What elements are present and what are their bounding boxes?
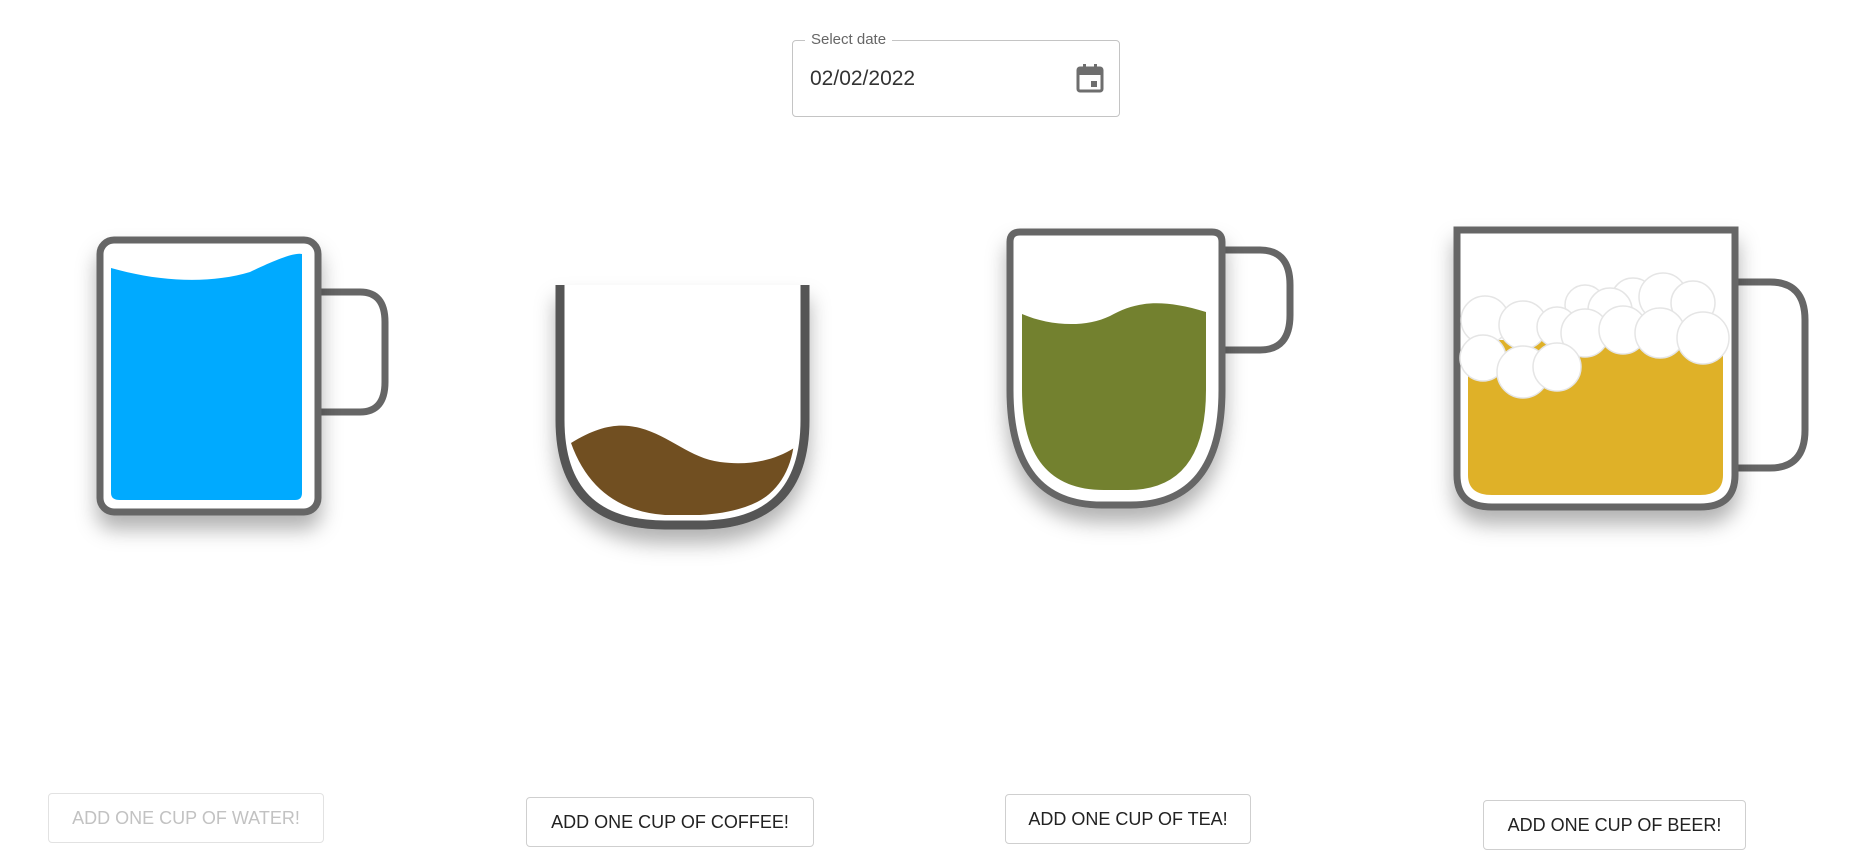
- mug-handle: [1222, 246, 1294, 354]
- add-tea-button[interactable]: ADD ONE CUP OF TEA!: [1005, 794, 1251, 844]
- mug-handle: [1730, 278, 1809, 472]
- calendar-icon[interactable]: [1076, 63, 1104, 93]
- tea-liquid: [1022, 303, 1206, 490]
- date-picker-label: Select date: [805, 31, 893, 49]
- coffee-mug: [555, 285, 810, 530]
- mug-handle: [316, 288, 389, 416]
- add-coffee-button[interactable]: ADD ONE CUP OF COFFEE!: [526, 797, 814, 847]
- water-liquid: [111, 253, 302, 500]
- tea-mug: [1006, 228, 1294, 509]
- date-picker-value[interactable]: 02/02/2022: [810, 66, 915, 92]
- add-beer-button[interactable]: ADD ONE CUP OF BEER!: [1483, 800, 1746, 850]
- beer-mug: [1453, 226, 1809, 511]
- date-picker-field[interactable]: Select date 02/02/2022: [792, 31, 1120, 117]
- water-mug: [96, 236, 389, 516]
- add-water-button[interactable]: ADD ONE CUP OF WATER!: [48, 793, 324, 843]
